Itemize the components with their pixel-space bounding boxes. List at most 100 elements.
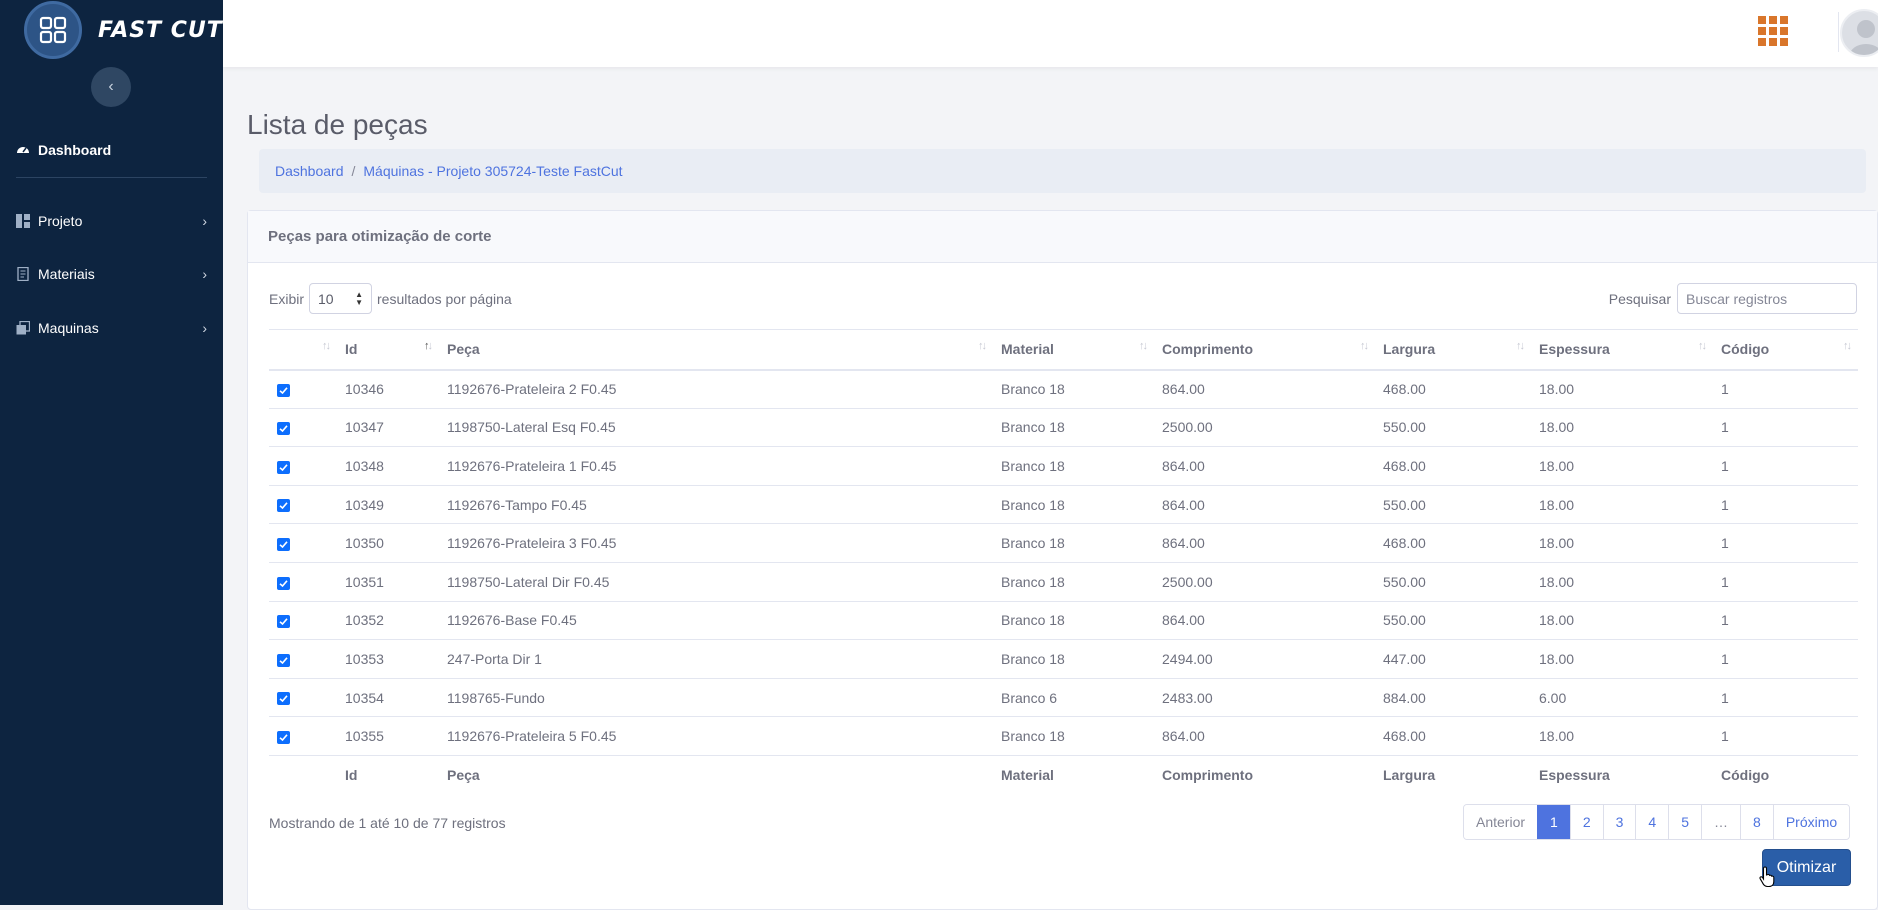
footer-label-largura: Largura: [1375, 754, 1531, 795]
cell-peca: 1192676-Tampo F0.45: [439, 484, 993, 524]
pieces-table: ↑↓ Id ↑↓ Peça ↑↓ Material ↑↓ Comprimento ↑↓ …: [269, 329, 1858, 795]
select-column-header[interactable]: ↑↓: [269, 329, 337, 371]
pagination-next-button[interactable]: Próximo: [1772, 805, 1850, 839]
table-row[interactable]: 10354 1198765-Fundo Branco 6 2483.00 884.00 6…: [269, 677, 1858, 717]
cell-comprimento: 864.00: [1154, 369, 1375, 409]
row-checkbox[interactable]: [277, 576, 290, 590]
table-row[interactable]: 10350 1192676-Prateleira 3 F0.45 Branco 18…: [269, 523, 1858, 563]
cell-peca: 1192676-Prateleira 1 F0.45: [439, 446, 993, 486]
cell-largura: 447.00: [1375, 639, 1531, 679]
page-length-value: 10: [318, 290, 334, 307]
row-checkbox[interactable]: [277, 615, 290, 629]
cell-espessura: 18.00: [1531, 407, 1713, 447]
cell-codigo: 1: [1713, 600, 1858, 640]
cell-largura: 550.00: [1375, 561, 1531, 602]
table-row[interactable]: 10349 1192676-Tampo F0.45 Branco 18 864.00 5…: [269, 484, 1858, 524]
document-icon: [16, 267, 30, 281]
cell-comprimento: 864.00: [1154, 716, 1375, 756]
table-footer-row: Id Peça Material Comprimento Largura Esp…: [269, 754, 1858, 795]
row-checkbox[interactable]: [277, 499, 290, 513]
cell-comprimento: 2500.00: [1154, 561, 1375, 602]
brand[interactable]: FAST CUT: [24, 0, 223, 60]
search-input[interactable]: [1677, 283, 1857, 314]
pagination-page-8[interactable]: 8: [1740, 805, 1773, 839]
pagination-ellipsis: …: [1701, 805, 1741, 839]
row-checkbox[interactable]: [277, 653, 290, 667]
breadcrumb-current-link[interactable]: Máquinas - Projeto 305724-Teste FastCut: [363, 163, 622, 179]
header-label: Espessura: [1539, 341, 1610, 358]
row-checkbox[interactable]: [277, 383, 290, 397]
column-header-espessura[interactable]: Espessura ↑↓: [1531, 329, 1713, 371]
cell-id: 10347: [337, 407, 439, 447]
cell-id: 10346: [337, 369, 439, 409]
cell-id: 10350: [337, 523, 439, 563]
page-length-select[interactable]: 10 ▲ ▼: [309, 283, 373, 314]
topbar: [223, 0, 1878, 67]
brand-name: FAST CUT: [98, 17, 223, 43]
pagination-page-3[interactable]: 3: [1602, 805, 1636, 839]
table-row[interactable]: 10355 1192676-Prateleira 5 F0.45 Branco 18…: [269, 716, 1858, 756]
sidebar-item-materiais[interactable]: Materiais ›: [16, 262, 207, 286]
table-row[interactable]: 10352 1192676-Base F0.45 Branco 18 864.00 55…: [269, 600, 1858, 640]
cell-espessura: 6.00: [1531, 677, 1713, 717]
column-header-codigo[interactable]: Código ↑↓: [1713, 329, 1858, 371]
chevron-right-icon: ›: [202, 266, 207, 282]
cell-id: 10352: [337, 600, 439, 640]
sidebar-item-projeto[interactable]: Projeto ›: [16, 209, 207, 233]
column-header-peca[interactable]: Peça ↑↓: [439, 329, 993, 371]
row-checkbox[interactable]: [277, 422, 290, 436]
table-row[interactable]: 10351 1198750-Lateral Dir F0.45 Branco 18 2…: [269, 561, 1858, 602]
column-header-id[interactable]: Id ↑↓: [337, 329, 439, 371]
breadcrumb: Dashboard / Máquinas - Projeto 305724-Te…: [259, 149, 1866, 193]
cell-codigo: 1: [1713, 523, 1858, 563]
cell-material: Branco 18: [993, 639, 1154, 679]
cell-codigo: 1: [1713, 639, 1858, 679]
cell-comprimento: 864.00: [1154, 600, 1375, 640]
sidebar-item-maquinas[interactable]: Maquinas ›: [16, 316, 207, 340]
table-info: Mostrando de 1 até 10 de 77 registros: [269, 815, 506, 831]
select-arrows-icon: ▲ ▼: [355, 290, 364, 307]
row-checkbox[interactable]: [277, 460, 290, 474]
cell-codigo: 1: [1713, 677, 1858, 717]
row-select-cell: [269, 407, 337, 447]
pagination-page-4[interactable]: 4: [1635, 805, 1669, 839]
cell-largura: 468.00: [1375, 446, 1531, 486]
breadcrumb-home-link[interactable]: Dashboard: [275, 163, 344, 179]
table-row[interactable]: 10353 247-Porta Dir 1 Branco 18 2494.00 447.…: [269, 639, 1858, 679]
apps-grid-icon[interactable]: [1758, 16, 1788, 51]
sidebar-item-label: Dashboard: [38, 142, 112, 158]
user-avatar[interactable]: [1840, 9, 1878, 57]
check-icon: [279, 695, 288, 703]
column-header-largura[interactable]: Largura ↑↓: [1375, 329, 1531, 371]
footer-label-id: Id: [337, 754, 439, 795]
row-checkbox[interactable]: [277, 692, 290, 706]
cell-largura: 468.00: [1375, 716, 1531, 756]
table-row[interactable]: 10347 1198750-Lateral Esq F0.45 Branco 18 2…: [269, 407, 1858, 447]
sidebar-item-dashboard[interactable]: Dashboard: [16, 138, 207, 162]
sidebar-toggle-button[interactable]: ‹: [91, 67, 131, 107]
chevron-left-icon: ‹: [108, 78, 114, 95]
pagination-prev-button[interactable]: Anterior: [1464, 805, 1538, 839]
pagination-page-1[interactable]: 1: [1537, 805, 1570, 839]
user-icon: [1850, 20, 1878, 55]
cell-largura: 884.00: [1375, 677, 1531, 717]
table-row[interactable]: 10348 1192676-Prateleira 1 F0.45 Branco 18…: [269, 446, 1858, 486]
column-header-material[interactable]: Material ↑↓: [993, 329, 1154, 371]
sort-asc-icon: ↑↓: [424, 340, 433, 352]
cell-id: 10355: [337, 716, 439, 756]
cell-espessura: 18.00: [1531, 484, 1713, 524]
sort-icon: ↑↓: [1516, 340, 1525, 352]
cell-id: 10349: [337, 484, 439, 524]
table-row[interactable]: 10346 1192676-Prateleira 2 F0.45 Branco 18…: [269, 369, 1858, 409]
row-checkbox[interactable]: [277, 730, 290, 744]
cell-comprimento: 2500.00: [1154, 407, 1375, 447]
row-checkbox[interactable]: [277, 537, 290, 551]
search-label: Pesquisar: [1608, 290, 1671, 307]
column-header-comprimento[interactable]: Comprimento ↑↓: [1154, 329, 1375, 371]
clone-icon: [16, 321, 30, 335]
cell-material: Branco 18: [993, 407, 1154, 447]
pagination-page-5[interactable]: 5: [1668, 805, 1702, 839]
cell-comprimento: 864.00: [1154, 446, 1375, 486]
topbar-divider: [1838, 12, 1839, 52]
pagination-page-2[interactable]: 2: [1569, 805, 1603, 839]
